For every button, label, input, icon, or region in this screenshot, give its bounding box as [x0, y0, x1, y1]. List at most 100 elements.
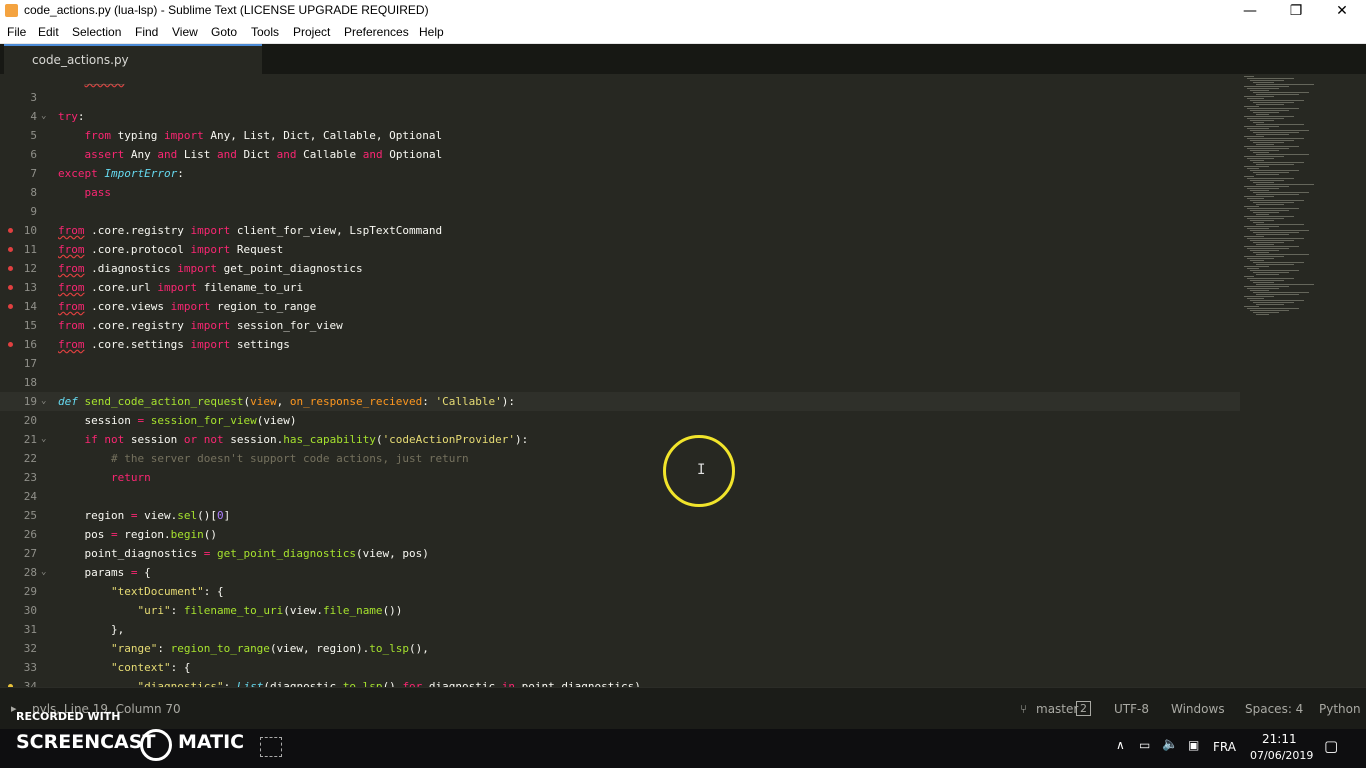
code-text: if not session or not session.has_capabi… — [84, 433, 529, 446]
status-indent[interactable]: Spaces: 4 — [1245, 702, 1303, 716]
code-line[interactable]: 28 ⌄ params = { — [0, 563, 1240, 582]
minimap-line — [1250, 100, 1304, 101]
menu-find[interactable]: Find — [135, 25, 158, 39]
fold-toggle-icon[interactable]: ⌄ — [41, 563, 46, 582]
menu-goto[interactable]: Goto — [211, 25, 237, 39]
code-line[interactable]: 5 from typing import Any, List, Dict, Ca… — [0, 126, 1240, 145]
status-bar: ▸ pyls, Line 19, Column 70 ⑂ master 2 UT… — [0, 687, 1366, 730]
code-line[interactable]: 23 return — [0, 468, 1240, 487]
battery-icon[interactable]: ▭ — [1139, 738, 1150, 752]
code-line[interactable]: 33 "context": { — [0, 658, 1240, 677]
minimap-line — [1250, 290, 1269, 291]
volume-icon[interactable]: 🔈 — [1162, 737, 1178, 752]
network-icon[interactable]: ▣ — [1188, 738, 1199, 752]
fold-toggle-icon[interactable]: ⌄ — [41, 107, 46, 126]
menu-project[interactable]: Project — [293, 25, 330, 39]
notification-icon[interactable]: ▢ — [1324, 737, 1338, 755]
code-line[interactable]: 11 from .core.protocol import Request — [0, 240, 1240, 259]
code-line[interactable]: 9 — [0, 202, 1240, 221]
code-text: params = { — [58, 566, 151, 579]
code-line[interactable]: 17 — [0, 354, 1240, 373]
code-text: try: — [58, 110, 85, 123]
minimap-line — [1250, 280, 1284, 281]
line-number: 34 — [23, 680, 37, 687]
minimap-line — [1244, 106, 1259, 107]
menu-preferences[interactable]: Preferences — [344, 25, 409, 39]
minimize-button[interactable]: — — [1227, 0, 1273, 22]
code-line[interactable]: 32 "range": region_to_range(view, region… — [0, 639, 1240, 658]
code-line[interactable]: 4 ⌄ try: — [0, 107, 1240, 126]
line-number: 22 — [23, 452, 37, 465]
code-line[interactable]: 10 from .core.registry import client_for_… — [0, 221, 1240, 240]
minimap-line — [1250, 180, 1284, 181]
code-line[interactable]: 26 pos = region.begin() — [0, 525, 1240, 544]
minimap-line — [1244, 146, 1299, 147]
code-line[interactable]: 22 # the server doesn't support code act… — [0, 449, 1240, 468]
code-line[interactable]: 13 from .core.url import filename_to_uri — [0, 278, 1240, 297]
code-line[interactable]: 21 ⌄ if not session or not session.has_ca… — [0, 430, 1240, 449]
minimap-line — [1247, 298, 1264, 299]
menu-view[interactable]: View — [172, 25, 198, 39]
minimap-line — [1247, 218, 1284, 219]
minimap-line — [1247, 188, 1279, 189]
code-line[interactable]: 12 from .diagnostics import get_point_dia… — [0, 259, 1240, 278]
minimap-line — [1253, 312, 1279, 313]
code-line[interactable]: 15 from .core.registry import session_for… — [0, 316, 1240, 335]
code-line[interactable]: 8 pass — [0, 183, 1240, 202]
code-line[interactable]: 18 — [0, 373, 1240, 392]
status-syntax[interactable]: Python — [1319, 702, 1361, 716]
minimap-line — [1256, 154, 1309, 155]
code-line[interactable]: 3 — [0, 88, 1240, 107]
menu-help[interactable]: Help — [419, 25, 444, 39]
minimap-line — [1250, 140, 1294, 141]
minimap-line — [1253, 192, 1309, 193]
code-line[interactable]: 25 region = view.sel()[0] — [0, 506, 1240, 525]
clock-date[interactable]: 07/06/2019 — [1250, 749, 1313, 762]
line-number: 12 — [23, 262, 37, 275]
language-indicator[interactable]: FRA — [1213, 740, 1236, 754]
minimap-line — [1253, 152, 1269, 153]
status-line-endings[interactable]: Windows — [1171, 702, 1225, 716]
menu-file[interactable]: File — [7, 25, 26, 39]
minimap-line — [1247, 138, 1304, 139]
line-number: 7 — [30, 167, 37, 180]
status-encoding[interactable]: UTF-8 — [1114, 702, 1149, 716]
minimap-line — [1253, 272, 1289, 273]
clock-time[interactable]: 21:11 — [1262, 732, 1297, 746]
code-line[interactable]: 7 except ImportError: — [0, 164, 1240, 183]
minimap-line — [1250, 130, 1309, 131]
close-button[interactable]: ✕ — [1319, 0, 1365, 22]
code-line[interactable]: 34 "diagnostics": List(diagnostic.to_lsp… — [0, 677, 1240, 687]
code-line[interactable]: 31 }, — [0, 620, 1240, 639]
restore-button[interactable]: ❐ — [1273, 0, 1319, 22]
menu-edit[interactable]: Edit — [38, 25, 59, 39]
line-number: 26 — [23, 528, 37, 541]
code-text: pass — [84, 186, 112, 199]
code-line[interactable]: 14 from .core.views import region_to_rang… — [0, 297, 1240, 316]
code-line[interactable]: 6 assert Any and List and Dict and Calla… — [0, 145, 1240, 164]
fold-toggle-icon[interactable]: ⌄ — [41, 392, 46, 411]
code-line[interactable]: 27 point_diagnostics = get_point_diagnos… — [0, 544, 1240, 563]
code-line[interactable]: 16 from .core.settings import settings — [0, 335, 1240, 354]
task-view-icon[interactable] — [260, 737, 282, 757]
status-branch[interactable]: master — [1036, 702, 1078, 716]
minimap[interactable] — [1240, 74, 1366, 687]
code-text: session = session_for_view(view) — [58, 414, 297, 427]
code-line[interactable]: 30 "uri": filename_to_uri(view.file_name… — [0, 601, 1240, 620]
code-line[interactable]: 29 "textDocument": { — [0, 582, 1240, 601]
code-line[interactable]: 19 ⌄ def send_code_action_request(view, on… — [0, 392, 1240, 411]
menu-tools[interactable]: Tools — [251, 25, 279, 39]
minimap-line — [1253, 232, 1299, 233]
code-editor[interactable]: ______ 3 4 ⌄ try: 5 from typing import Any, L… — [0, 74, 1366, 687]
code-text: pos = region.begin() — [58, 528, 217, 541]
tray-chevron-icon[interactable]: ∧ — [1116, 738, 1125, 752]
screencast-logo-icon — [140, 729, 172, 761]
fold-toggle-icon[interactable]: ⌄ — [41, 430, 46, 449]
code-line[interactable]: 24 — [0, 487, 1240, 506]
minimap-line — [1247, 118, 1284, 119]
code-line[interactable]: 20 session = session_for_view(view) — [0, 411, 1240, 430]
tab-code-actions[interactable]: code_actions.py — [4, 44, 262, 74]
code-text: from .core.protocol import Request — [58, 243, 284, 256]
menu-selection[interactable]: Selection — [72, 25, 121, 39]
code-line[interactable]: ______ — [0, 74, 1240, 88]
